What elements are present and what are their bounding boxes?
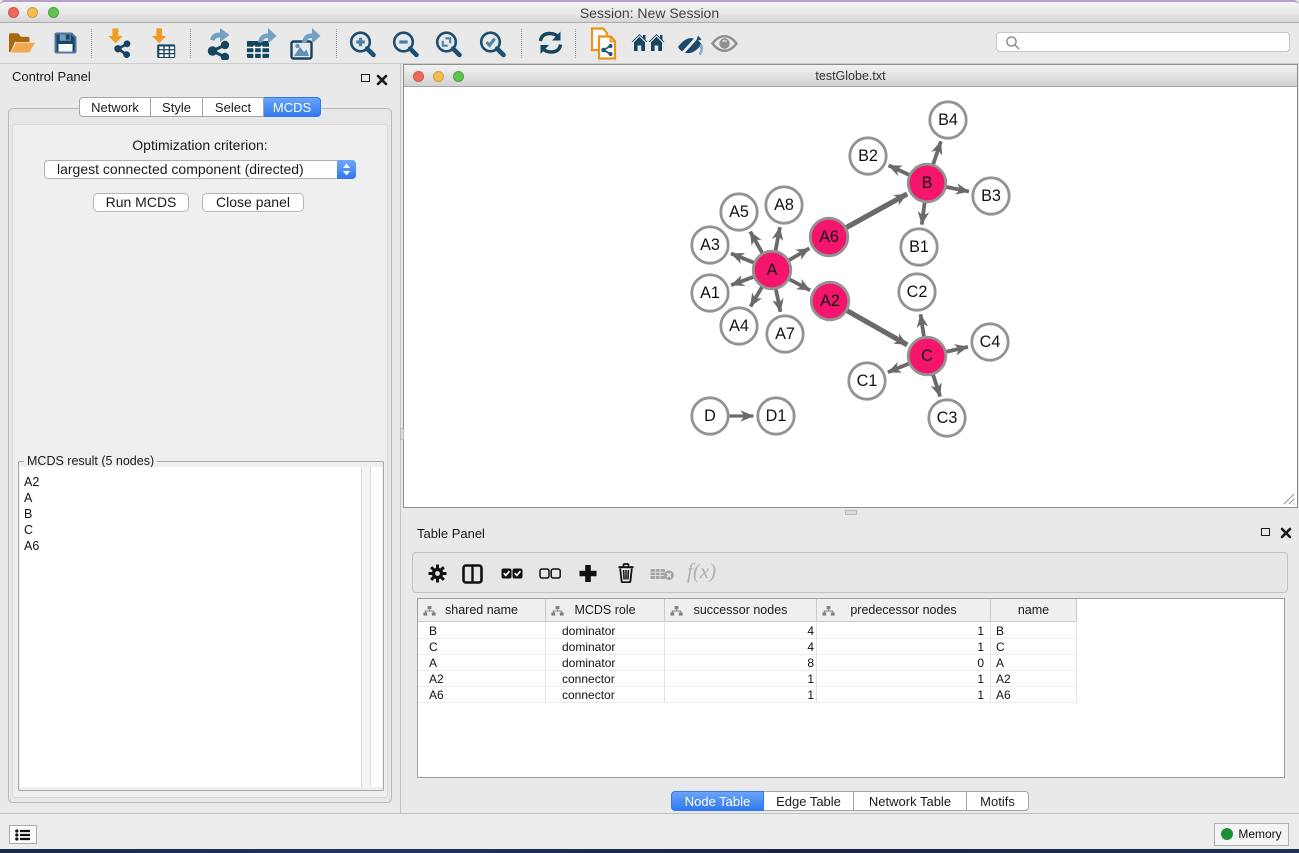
svg-text:C1: C1: [857, 372, 878, 390]
svg-text:A4: A4: [729, 317, 749, 335]
svg-text:B4: B4: [938, 111, 958, 129]
svg-text:A: A: [767, 261, 778, 279]
svg-text:C4: C4: [980, 333, 1001, 351]
svg-text:B1: B1: [909, 238, 929, 256]
svg-text:A2: A2: [820, 292, 840, 310]
svg-text:B3: B3: [981, 187, 1001, 205]
svg-text:A8: A8: [774, 196, 794, 214]
svg-text:C: C: [921, 347, 933, 365]
svg-text:B2: B2: [858, 147, 878, 165]
svg-text:D: D: [704, 407, 716, 425]
svg-text:A6: A6: [819, 228, 839, 246]
svg-text:C3: C3: [937, 409, 958, 427]
svg-text:A3: A3: [700, 236, 720, 254]
svg-text:B: B: [922, 174, 933, 192]
svg-text:D1: D1: [766, 407, 787, 425]
svg-text:C2: C2: [907, 283, 928, 301]
svg-text:A5: A5: [729, 203, 749, 221]
svg-text:A1: A1: [700, 284, 720, 302]
svg-text:A7: A7: [775, 325, 795, 343]
